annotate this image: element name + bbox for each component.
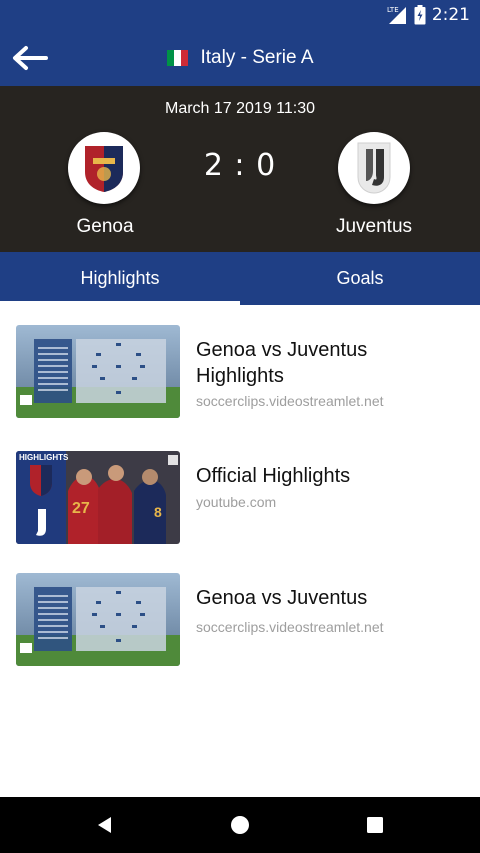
video-title: Genoa vs Juventus Highlights: [196, 339, 368, 387]
video-thumbnail[interactable]: HIGHLIGHTS 27 8: [16, 451, 180, 544]
tab-highlights[interactable]: Highlights: [0, 252, 240, 305]
app-bar: Italy - Serie A: [0, 30, 480, 86]
status-time: 2:21: [431, 5, 470, 25]
video-source: soccerclips.videostreamlet.net: [196, 393, 384, 409]
match-header: March 17 2019 11:30 2 : 0 Genoa Juventus: [0, 86, 480, 252]
video-title: Official Highlights: [196, 465, 351, 487]
lineup-thumbnail-image: [16, 573, 180, 666]
back-arrow-icon: [13, 46, 48, 70]
system-nav-bar: [0, 797, 480, 853]
tab-goals[interactable]: Goals: [240, 252, 480, 305]
juventus-crest-icon: [357, 142, 391, 194]
svg-text:27: 27: [72, 500, 90, 517]
video-source: soccerclips.videostreamlet.net: [196, 619, 384, 635]
video-title: Genoa vs Juventus: [196, 587, 368, 609]
video-item[interactable]: HIGHLIGHTS 27 8 Official Highlights yout…: [16, 451, 464, 545]
home-team-name: Genoa: [76, 216, 134, 237]
status-icons: LTE 2:21: [386, 4, 470, 26]
nav-home-button[interactable]: [210, 797, 270, 853]
juventus-logo[interactable]: [338, 132, 410, 204]
app-title: Italy - Serie A: [200, 47, 314, 68]
away-team-name: Juventus: [335, 216, 413, 237]
match-date: March 17 2019 11:30: [164, 100, 316, 117]
nav-back-button[interactable]: [75, 797, 135, 853]
italy-flag-icon: [166, 50, 189, 66]
battery-charging-icon: [414, 5, 426, 25]
lte-signal-icon: LTE: [387, 6, 406, 24]
status-bar: LTE 2:21: [0, 0, 480, 30]
thumbnail-label: HIGHLIGHTS: [19, 453, 69, 462]
video-thumbnail[interactable]: [16, 573, 180, 666]
video-item[interactable]: Genoa vs Juventus Highlights soccerclips…: [16, 325, 464, 419]
video-thumbnail[interactable]: [16, 325, 180, 418]
triangle-back-icon: [98, 817, 111, 833]
video-item[interactable]: Genoa vs Juventus soccerclips.videostrea…: [16, 573, 464, 667]
app-title-group: Italy - Serie A: [0, 30, 480, 86]
square-recents-icon: [367, 817, 383, 833]
svg-text:8: 8: [154, 504, 162, 520]
video-source: youtube.com: [196, 494, 277, 510]
back-button[interactable]: [8, 38, 52, 78]
lineup-thumbnail-image: [16, 325, 180, 418]
circle-home-icon: [231, 816, 249, 834]
svg-text:LTE: LTE: [387, 6, 399, 14]
tab-bar: Highlights Goals: [0, 252, 480, 305]
highlights-thumbnail-image: HIGHLIGHTS 27 8: [16, 451, 180, 544]
nav-recents-button[interactable]: [345, 797, 405, 853]
